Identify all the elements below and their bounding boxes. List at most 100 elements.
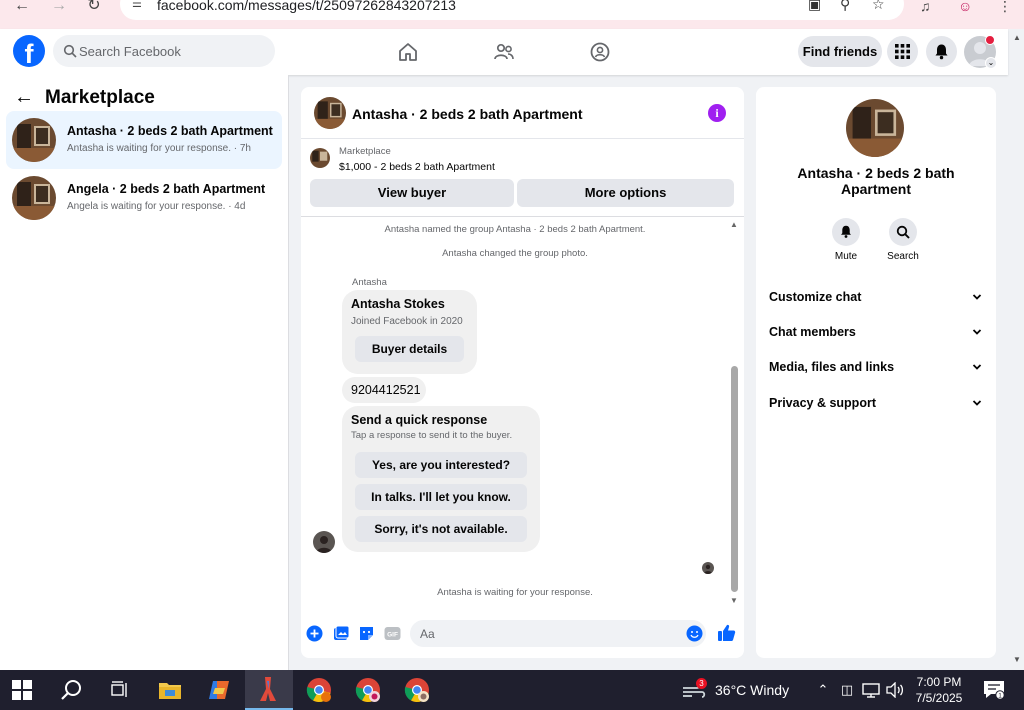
chrome-profile-icon[interactable] xyxy=(403,676,431,704)
chevron-down-icon[interactable]: ⌄ xyxy=(985,57,997,69)
quick-response-option[interactable]: In talks. I'll let you know. xyxy=(355,484,527,510)
search-icon xyxy=(896,225,910,239)
plus-circle-icon[interactable] xyxy=(306,625,323,642)
conversation-item[interactable]: Angela · 2 beds 2 bath Apartment Angela … xyxy=(6,169,282,227)
chat-header: Antasha · 2 beds 2 bath Apartment i xyxy=(301,87,744,139)
media-files-links-row[interactable]: Media, files and links xyxy=(756,352,996,382)
battery-icon[interactable]: ◫ xyxy=(839,682,855,698)
groups-icon[interactable] xyxy=(589,41,611,63)
conversation-subtitle: Angela is waiting for your response. · 4… xyxy=(67,201,246,212)
conversation-subtitle: Antasha is waiting for your response. · … xyxy=(67,143,251,154)
scroll-down-arrow-icon[interactable]: ▼ xyxy=(1013,655,1021,664)
thumbs-up-icon[interactable] xyxy=(717,623,736,642)
volume-icon[interactable] xyxy=(886,682,904,698)
conversation-item[interactable]: Antasha · 2 beds 2 bath Apartment Antash… xyxy=(6,111,282,169)
gif-icon[interactable]: GIF xyxy=(384,625,401,642)
listing-thumbnail[interactable] xyxy=(310,148,330,168)
chevron-down-icon xyxy=(972,400,982,406)
notification-count: 1 xyxy=(998,692,1002,699)
message-input[interactable] xyxy=(420,620,670,647)
info-icon[interactable]: i xyxy=(708,104,726,122)
marketplace-listing-banner: Marketplace $1,000 - 2 beds 2 bath Apart… xyxy=(301,139,744,217)
quick-response-option[interactable]: Yes, are you interested? xyxy=(355,452,527,478)
time-text: 7:00 PM xyxy=(916,675,962,689)
chat-title[interactable]: Antasha · 2 beds 2 bath Apartment xyxy=(352,106,583,122)
conversation-title: Angela · 2 beds 2 bath Apartment xyxy=(67,182,266,196)
mute-label: Mute xyxy=(834,251,858,262)
scrollbar-thumb[interactable] xyxy=(731,366,738,592)
home-icon[interactable] xyxy=(397,41,419,63)
waiting-status: Antasha is waiting for your response. xyxy=(437,587,593,598)
svg-text:GIF: GIF xyxy=(387,632,398,639)
back-arrow-icon[interactable]: ← xyxy=(10,0,34,14)
quick-response-option[interactable]: Sorry, it's not available. xyxy=(355,516,527,542)
bookmark-star-icon[interactable]: ☆ xyxy=(872,0,885,11)
friends-icon[interactable] xyxy=(493,41,515,63)
details-title: Antasha · 2 beds 2 bath Apartment xyxy=(797,165,955,197)
scroll-down-arrow-icon[interactable]: ▼ xyxy=(729,596,739,606)
listing-price[interactable]: $1,000 - 2 beds 2 bath Apartment xyxy=(339,161,495,173)
message-input-box[interactable] xyxy=(410,620,706,647)
facebook-logo[interactable]: f xyxy=(13,35,45,67)
windows-start-icon[interactable] xyxy=(12,680,32,700)
scroll-up-arrow-icon[interactable]: ▲ xyxy=(1013,33,1021,42)
search-input[interactable] xyxy=(79,35,269,67)
task-view-icon[interactable] xyxy=(110,680,130,700)
sender-avatar[interactable] xyxy=(313,531,335,553)
facebook-topbar: f Find friends ⌄ xyxy=(0,29,1008,75)
reload-icon[interactable]: ↻ xyxy=(82,0,106,14)
search-icon[interactable] xyxy=(60,678,84,702)
photo-icon[interactable] xyxy=(333,625,350,642)
buyer-card-bubble: Antasha Stokes Joined Facebook in 2020 B… xyxy=(342,290,477,374)
zoom-icon[interactable]: ⚲ xyxy=(840,0,850,11)
install-app-icon[interactable]: ▣ xyxy=(808,0,821,11)
chrome-profile-icon[interactable] xyxy=(354,676,382,704)
scroll-up-arrow-icon[interactable]: ▲ xyxy=(729,220,739,230)
section-label: Chat members xyxy=(769,325,856,339)
buyer-details-button[interactable]: Buyer details xyxy=(355,336,464,362)
notification-dot xyxy=(985,35,995,45)
search-button-circle[interactable] xyxy=(889,218,917,246)
section-label: Privacy & support xyxy=(769,396,876,410)
site-settings-icon[interactable]: ☰ xyxy=(132,0,146,10)
view-buyer-button[interactable]: View buyer xyxy=(310,179,514,207)
apartment-thumbnail[interactable] xyxy=(314,97,346,129)
media-controls-icon[interactable]: ♫ xyxy=(920,0,931,13)
chevron-up-icon[interactable]: ⌃ xyxy=(815,682,831,698)
address-bar[interactable]: ☰ facebook.com/messages/t/25097262843207… xyxy=(120,0,904,20)
apartment-photo xyxy=(846,99,904,157)
customize-chat-row[interactable]: Customize chat xyxy=(756,282,996,312)
search-box[interactable] xyxy=(53,35,275,67)
bell-icon xyxy=(935,44,948,60)
browser-menu-icon[interactable]: ⋮ xyxy=(998,0,1012,13)
buyer-joined: Joined Facebook in 2020 xyxy=(351,316,463,327)
notification-center-icon[interactable]: 1 xyxy=(983,680,1005,700)
url-text[interactable]: facebook.com/messages/t/2509726284320721… xyxy=(157,0,456,12)
file-explorer-icon[interactable] xyxy=(158,678,182,702)
notifications-button[interactable] xyxy=(926,36,957,67)
copilot-icon[interactable] xyxy=(207,678,231,702)
mute-button-circle[interactable] xyxy=(832,218,860,246)
find-friends-button[interactable]: Find friends xyxy=(798,36,882,67)
profile-icon[interactable]: ☺ xyxy=(958,0,972,13)
chevron-down-icon xyxy=(972,294,982,300)
clock[interactable]: 7:00 PM 7/5/2025 xyxy=(908,674,970,706)
chat-panel: Antasha · 2 beds 2 bath Apartment i Mark… xyxy=(301,87,744,658)
privacy-support-row[interactable]: Privacy & support xyxy=(756,388,996,418)
network-icon[interactable] xyxy=(862,683,880,698)
message-thread: Antasha named the group Antasha · 2 beds… xyxy=(301,218,744,610)
forward-arrow-icon[interactable]: → xyxy=(47,0,71,14)
page-scrollbar[interactable]: ▲ ▼ xyxy=(1010,29,1024,670)
thread-scrollbar[interactable]: ▲ ▼ xyxy=(729,220,739,610)
date-text: 7/5/2025 xyxy=(915,691,963,705)
weather-text[interactable]: 36°C Windy xyxy=(715,682,789,698)
chat-members-row[interactable]: Chat members xyxy=(756,317,996,347)
app-icon[interactable] xyxy=(255,675,281,703)
more-options-button[interactable]: More options xyxy=(517,179,734,207)
chrome-icon[interactable] xyxy=(305,676,333,704)
emoji-icon[interactable] xyxy=(686,625,703,642)
menu-button[interactable] xyxy=(887,36,918,67)
chat-details-panel: Antasha · 2 beds 2 bath Apartment Mute S… xyxy=(756,87,996,658)
back-arrow-icon[interactable]: ← xyxy=(14,87,36,109)
sticker-icon[interactable] xyxy=(358,625,375,642)
